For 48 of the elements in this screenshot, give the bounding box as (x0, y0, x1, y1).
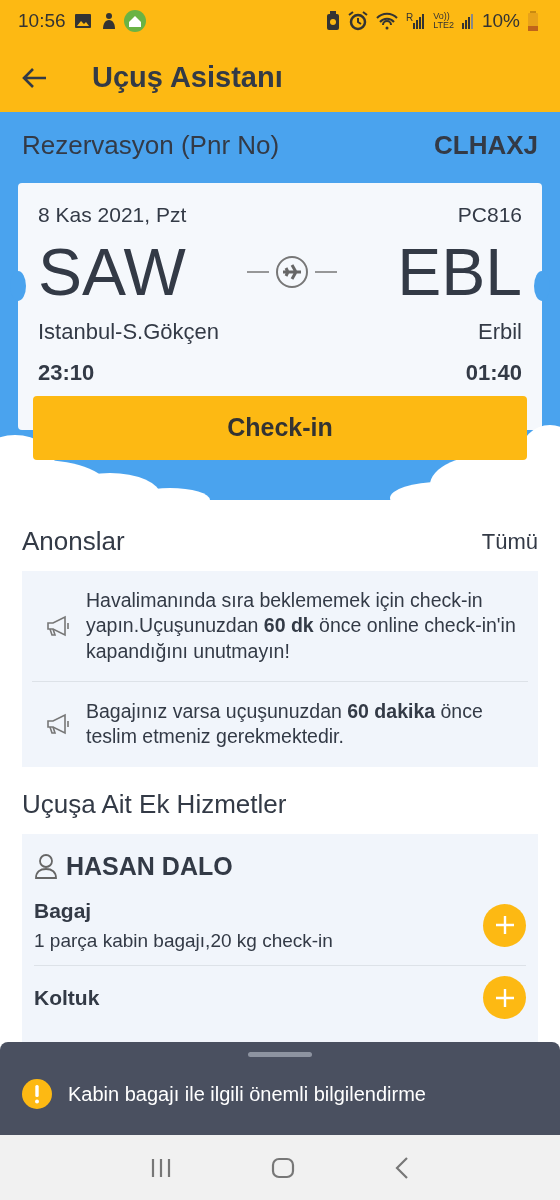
origin-city: Istanbul-S.Gökçen (38, 317, 219, 346)
recent-apps-icon[interactable] (149, 1156, 172, 1179)
announcement-text: Bagajınız varsa uçuşunuzdan 60 dakika önce teslim etmeniz gerekmektedir. (86, 699, 484, 750)
home-icon[interactable] (271, 1156, 295, 1179)
destination-city: Erbil (478, 317, 522, 346)
megaphone-icon (44, 615, 72, 637)
alarm-icon (347, 11, 368, 31)
wifi-icon (375, 12, 398, 30)
service-name: Koltuk (34, 984, 100, 1011)
service-detail: 1 parça kabin bagajı,20 kg check-in (34, 928, 333, 953)
arrival-time: 01:40 (465, 358, 522, 387)
network-text: LTE2 (433, 21, 454, 30)
origin-code: SAW (38, 238, 186, 305)
reservation-label: Rezervasyon (Pnr No) (22, 129, 280, 162)
service-name: Bagaj (34, 898, 93, 925)
plus-icon (494, 915, 515, 936)
signal-icon (461, 13, 474, 29)
plus-icon (494, 987, 515, 1008)
destination-code: EBL (397, 238, 522, 305)
section-title: Uçuşa Ait Ek Hizmetler (22, 787, 287, 821)
battery-text: 10% (481, 8, 520, 33)
warning-icon (22, 1079, 52, 1109)
image-icon (73, 13, 92, 29)
volte-text: Vo)) (433, 12, 450, 21)
battery-icon (528, 11, 538, 31)
sheet-handle[interactable] (248, 1052, 312, 1057)
back-button[interactable] (22, 65, 48, 89)
flight-number: PC816 (457, 202, 522, 228)
screen-title: Uçuş Asistanı (92, 59, 283, 95)
checkin-button[interactable]: Check-in (33, 396, 527, 460)
section-title: Anonslar (22, 525, 125, 558)
home-app-icon (123, 10, 146, 32)
person-icon (34, 853, 58, 880)
roaming-text: R (405, 13, 414, 23)
megaphone-icon (44, 713, 72, 736)
signal-icon (413, 13, 426, 29)
plane-route-icon (246, 254, 337, 289)
passenger-name: HASAN DALO (66, 850, 233, 882)
clock-text: 10:56 (18, 8, 66, 33)
flight-date: 8 Kas 2021, Pzt (38, 202, 187, 228)
sheet-message[interactable]: Kabin bagajı ile ilgili önemli bilgilendirme (68, 1079, 426, 1109)
announcement-text: Havalimanında sıra beklememek için check-in yapın.Uçuşunuzdan 60 dk önce online check-in'in kapandığını unutmayın! (86, 588, 516, 664)
battery-saver-icon (325, 11, 340, 31)
departure-time: 23:10 (38, 358, 95, 387)
all-link[interactable]: Tümü (481, 525, 538, 558)
back-icon[interactable] (394, 1155, 411, 1180)
back-arrow-icon (22, 66, 48, 89)
pnr-code: CLHAXJ (434, 129, 538, 162)
